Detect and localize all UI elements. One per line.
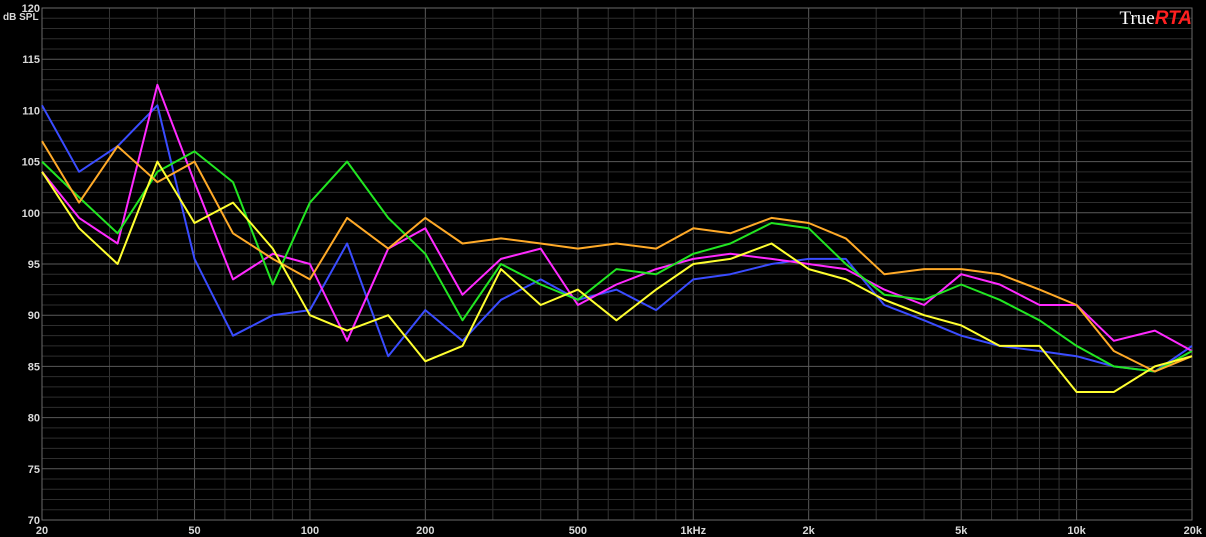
chart-background <box>0 0 1206 537</box>
y-tick-label: 85 <box>28 361 40 373</box>
x-tick-label: 500 <box>569 525 587 537</box>
x-tick-label: 10k <box>1067 525 1086 537</box>
logo-true-text: True <box>1120 8 1155 29</box>
logo: TrueRTA <box>1120 8 1193 29</box>
y-tick-label: 105 <box>22 157 40 169</box>
x-tick-label: 2k <box>803 525 816 537</box>
x-tick-label: 1kHz <box>680 525 706 537</box>
y-axis-label: dB SPL <box>3 12 39 23</box>
x-tick-label: 20k <box>1184 525 1203 537</box>
x-tick-label: 5k <box>955 525 968 537</box>
y-tick-label: 95 <box>28 259 40 271</box>
y-tick-label: 90 <box>28 310 40 322</box>
y-tick-label: 115 <box>22 54 40 66</box>
logo-rta-text: RTA <box>1155 8 1192 29</box>
y-tick-label: 80 <box>28 413 40 425</box>
y-tick-label: 70 <box>28 515 40 527</box>
rta-spectrum-chart: 20 50 100 200 500 1kHz 2k 5k 10k 20k 120115110105… <box>0 0 1206 537</box>
y-tick-label: 110 <box>22 105 40 117</box>
y-tick-label: 100 <box>22 208 40 220</box>
x-tick-label: 50 <box>188 525 200 537</box>
y-tick-label: 75 <box>28 464 40 476</box>
x-tick-label: 100 <box>301 525 319 537</box>
x-tick-label: 200 <box>416 525 434 537</box>
